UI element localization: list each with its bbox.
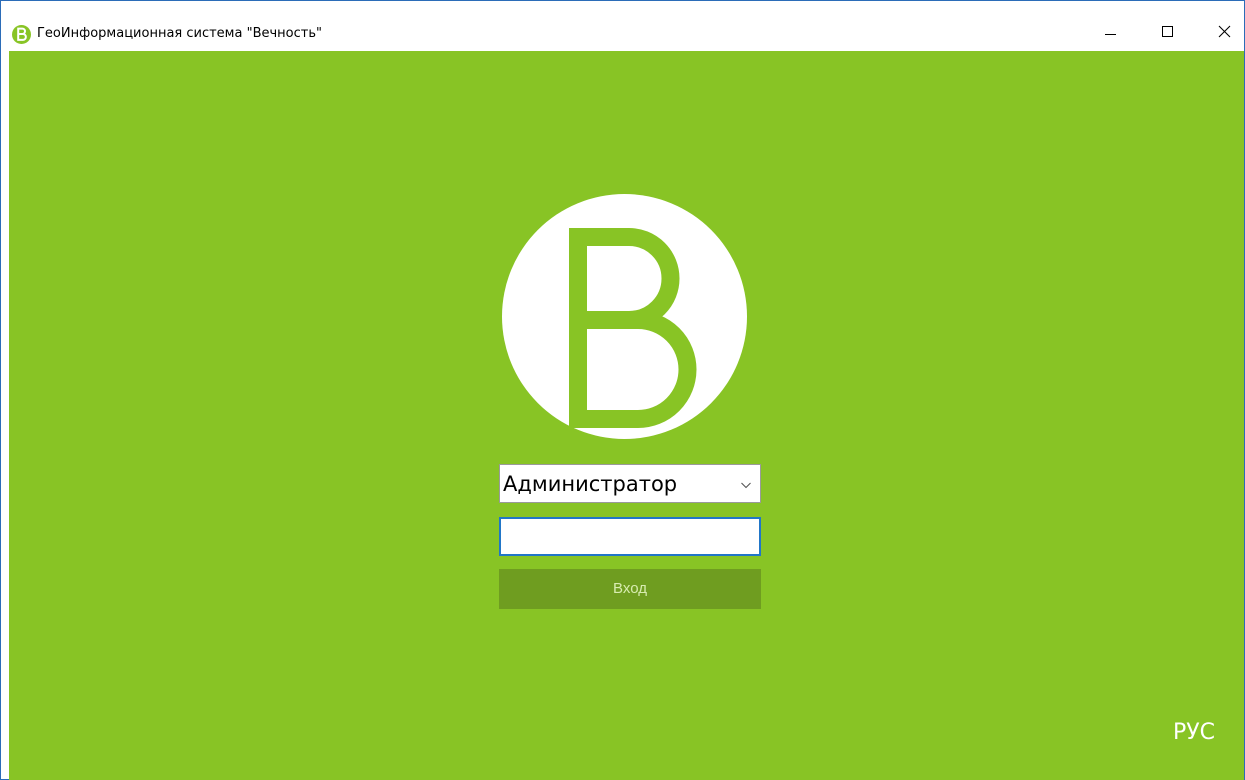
app-logo	[502, 194, 747, 439]
app-logo-icon	[12, 25, 31, 44]
user-role-select[interactable]: Администратор	[499, 464, 761, 503]
chevron-down-icon	[741, 482, 751, 489]
window-title: ГеоИнформационная система "Вечность"	[37, 26, 322, 41]
title-bar[interactable]: ГеоИнформационная система "Вечность"	[1, 1, 1244, 51]
login-screen: Администратор Вход РУС	[9, 51, 1244, 780]
password-input[interactable]	[499, 517, 761, 556]
language-indicator[interactable]: РУС	[1173, 720, 1215, 746]
minimize-icon	[1105, 34, 1116, 35]
maximize-icon	[1162, 26, 1173, 37]
logo-b-icon	[502, 194, 747, 439]
selected-role: Администратор	[503, 472, 678, 496]
maximize-button[interactable]	[1144, 18, 1190, 48]
close-icon	[1218, 25, 1231, 38]
app-window: ГеоИнформационная система "Вечность" Адм…	[0, 0, 1245, 780]
close-button[interactable]	[1201, 18, 1245, 48]
login-button[interactable]: Вход	[499, 569, 761, 609]
minimize-button[interactable]	[1087, 18, 1133, 48]
